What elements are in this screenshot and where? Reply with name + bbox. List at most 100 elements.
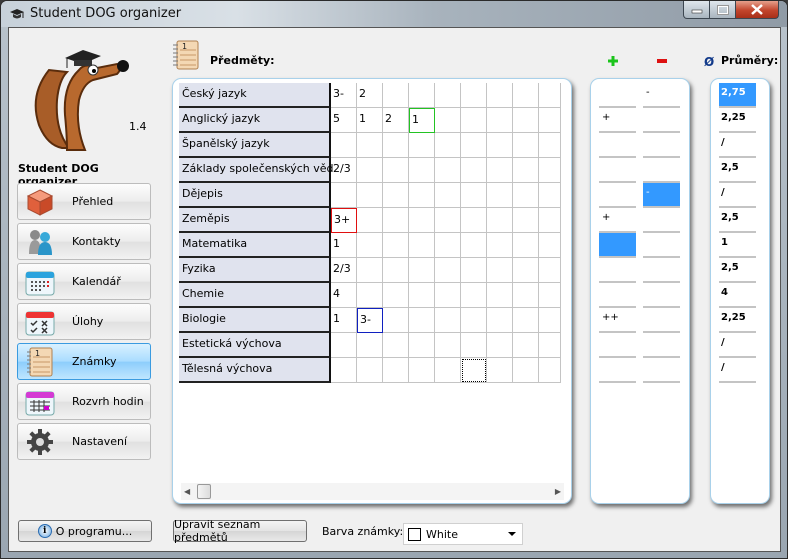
grade-cell[interactable] xyxy=(513,358,539,383)
scroll-thumb[interactable] xyxy=(197,484,211,499)
grade-cell[interactable] xyxy=(435,258,461,283)
grade-cell[interactable] xyxy=(435,358,461,383)
grade-cell[interactable] xyxy=(539,133,561,158)
grade-cell[interactable] xyxy=(487,283,513,308)
grade-cell[interactable] xyxy=(357,233,383,258)
grade-cell[interactable] xyxy=(487,333,513,358)
subject-name[interactable]: Tělesná výchova xyxy=(179,358,331,383)
grade-cell[interactable] xyxy=(513,108,539,133)
grade-cell[interactable] xyxy=(513,258,539,283)
grade-cell[interactable] xyxy=(461,308,487,333)
grade-cell[interactable] xyxy=(409,208,435,233)
grade-cell[interactable] xyxy=(435,283,461,308)
subject-name[interactable]: Anglický jazyk xyxy=(179,108,331,133)
grade-cell[interactable] xyxy=(487,108,513,133)
grade-cell[interactable]: 3- xyxy=(357,308,383,333)
grade-cell[interactable] xyxy=(435,83,461,108)
grade-cell[interactable] xyxy=(539,308,561,333)
minus-cell[interactable] xyxy=(643,208,680,233)
minus-cell[interactable] xyxy=(643,258,680,283)
plus-cell[interactable]: + xyxy=(599,208,636,233)
grade-cell[interactable] xyxy=(383,183,409,208)
grade-cell[interactable] xyxy=(383,308,409,333)
grade-cell[interactable] xyxy=(513,83,539,108)
grade-cell[interactable] xyxy=(409,258,435,283)
plus-cell[interactable]: + xyxy=(599,108,636,133)
grade-cell[interactable] xyxy=(409,233,435,258)
grade-cell[interactable] xyxy=(435,233,461,258)
grade-cell[interactable] xyxy=(435,333,461,358)
grade-cell[interactable] xyxy=(357,358,383,383)
grade-cell[interactable] xyxy=(461,83,487,108)
grade-cell[interactable] xyxy=(513,308,539,333)
maximize-button[interactable] xyxy=(710,1,736,19)
about-button[interactable]: i O programu... xyxy=(18,520,152,542)
minus-cell[interactable]: - xyxy=(643,183,680,208)
close-button[interactable] xyxy=(736,1,779,19)
minus-cell[interactable] xyxy=(643,233,680,258)
grade-cell[interactable] xyxy=(331,333,357,358)
minus-cell[interactable] xyxy=(643,308,680,333)
grade-cell[interactable] xyxy=(461,233,487,258)
grade-color-select[interactable]: White xyxy=(403,523,523,545)
plus-cell[interactable] xyxy=(599,158,636,183)
grade-cell[interactable] xyxy=(539,283,561,308)
subject-name[interactable]: Český jazyk xyxy=(179,83,331,108)
grade-cell[interactable] xyxy=(487,83,513,108)
grade-cell[interactable] xyxy=(435,183,461,208)
grade-cell[interactable] xyxy=(383,133,409,158)
nav-ulohy[interactable]: Úlohy xyxy=(17,303,151,340)
grade-cell[interactable] xyxy=(357,333,383,358)
grade-cell[interactable]: 1 xyxy=(409,108,435,133)
grade-cell[interactable] xyxy=(383,358,409,383)
edit-subjects-button[interactable]: Upravit seznam předmětů xyxy=(173,518,307,544)
plus-cell[interactable] xyxy=(599,358,636,383)
scroll-right-icon[interactable]: ▶ xyxy=(555,487,561,496)
grade-cell[interactable] xyxy=(435,133,461,158)
grade-cell[interactable] xyxy=(487,358,513,383)
grade-cell[interactable] xyxy=(435,108,461,133)
grade-cell[interactable] xyxy=(513,283,539,308)
grade-cell[interactable] xyxy=(435,308,461,333)
subject-name[interactable]: Španělský jazyk xyxy=(179,133,331,158)
grade-cell[interactable] xyxy=(357,258,383,283)
grade-cell[interactable] xyxy=(513,208,539,233)
grade-cell[interactable] xyxy=(487,158,513,183)
nav-znamky[interactable]: 1 Známky xyxy=(17,343,151,380)
grade-cell[interactable] xyxy=(435,158,461,183)
grade-cell[interactable]: 5 xyxy=(331,108,357,133)
grade-cell[interactable] xyxy=(383,283,409,308)
nav-kalendar[interactable]: Kalendář xyxy=(17,263,151,300)
grade-cell[interactable] xyxy=(409,83,435,108)
grade-cell[interactable] xyxy=(487,208,513,233)
grade-cell[interactable] xyxy=(461,158,487,183)
grade-cell[interactable] xyxy=(331,133,357,158)
plus-cell[interactable] xyxy=(599,283,636,308)
grade-cell[interactable]: 3+ xyxy=(331,208,357,233)
grade-cell[interactable] xyxy=(409,358,435,383)
minimize-button[interactable] xyxy=(683,1,710,19)
subject-name[interactable]: Zeměpis xyxy=(179,208,331,233)
grade-cell[interactable] xyxy=(487,233,513,258)
grade-cell[interactable] xyxy=(461,208,487,233)
grade-cell[interactable]: 1 xyxy=(331,233,357,258)
plus-cell[interactable]: ++ xyxy=(599,308,636,333)
plus-cell[interactable] xyxy=(599,333,636,358)
horizontal-scrollbar[interactable]: ◀ ▶ xyxy=(181,483,564,500)
minus-cell[interactable] xyxy=(643,358,680,383)
minus-cell[interactable] xyxy=(643,108,680,133)
grade-cell[interactable] xyxy=(487,308,513,333)
grade-cell[interactable] xyxy=(383,258,409,283)
grade-cell[interactable] xyxy=(539,208,561,233)
nav-nastaveni[interactable]: Nastavení xyxy=(17,423,151,460)
grade-cell[interactable] xyxy=(513,133,539,158)
grade-cell[interactable] xyxy=(513,183,539,208)
grade-cell[interactable] xyxy=(461,133,487,158)
grade-cell[interactable] xyxy=(539,233,561,258)
grade-cell[interactable] xyxy=(357,133,383,158)
grade-cell[interactable] xyxy=(383,158,409,183)
plus-cell[interactable] xyxy=(599,258,636,283)
grade-cell[interactable] xyxy=(357,283,383,308)
grade-cell[interactable]: 2/3 xyxy=(331,158,357,183)
grade-cell[interactable]: 3- xyxy=(331,83,357,108)
